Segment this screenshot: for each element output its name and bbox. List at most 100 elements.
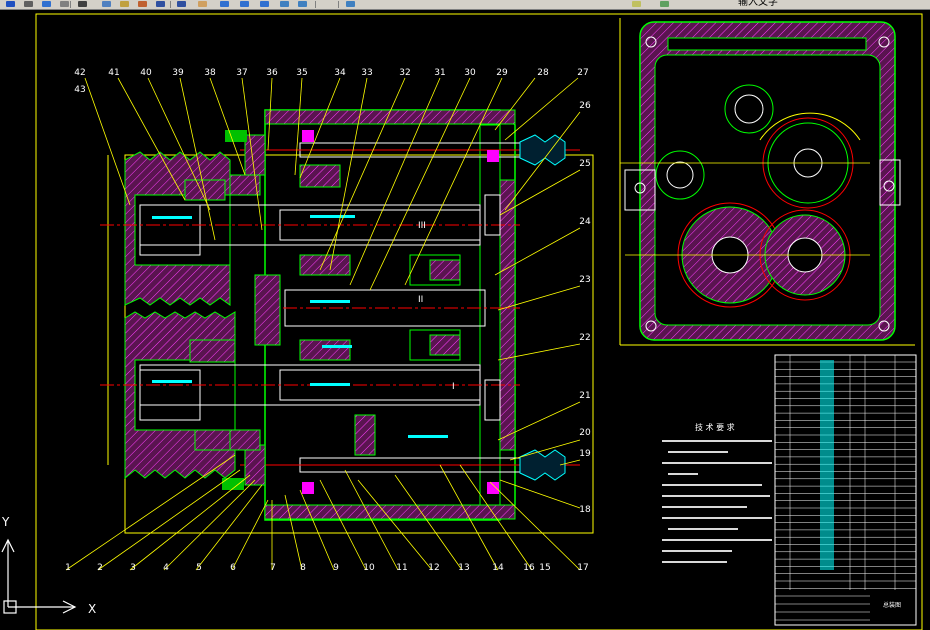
preview-icon <box>42 1 51 7</box>
part-number-18: 18 <box>579 505 591 515</box>
part-number-19: 19 <box>579 449 591 459</box>
part-number-36: 36 <box>266 68 278 78</box>
technical-requirements: 技 术 要 求 <box>662 422 772 563</box>
main-section-view: III II I <box>65 77 594 571</box>
part-number-38: 38 <box>204 68 216 78</box>
shaft-label-iii: III <box>418 221 426 231</box>
copy-icon <box>102 1 111 7</box>
part-number-40: 40 <box>140 68 152 78</box>
shaft-label-ii: II <box>418 295 423 305</box>
part-number-25: 25 <box>579 159 590 169</box>
undo-icon <box>156 1 165 7</box>
part-number-26: 26 <box>579 101 591 111</box>
design-center-icon <box>298 1 307 7</box>
part-number-33: 33 <box>361 68 372 78</box>
print-icon <box>24 1 33 7</box>
paste-icon <box>120 1 129 7</box>
publish-icon <box>60 1 69 7</box>
part-number-32: 32 <box>399 68 410 78</box>
shaft-label-i: I <box>452 382 455 392</box>
cut-icon <box>78 1 87 7</box>
paste-button[interactable] <box>118 0 132 8</box>
part-number-20: 20 <box>579 428 591 438</box>
layer-state-icon <box>660 1 669 7</box>
tech-requirements-title: 技 术 要 求 <box>695 422 735 432</box>
part-number-10: 10 <box>363 563 375 573</box>
text-style-label[interactable]: 输入文字 <box>738 0 778 9</box>
part-number-37: 37 <box>236 68 247 78</box>
zoom-window-button[interactable] <box>238 0 252 8</box>
undo-button[interactable] <box>154 0 168 8</box>
zoom-previous-icon <box>260 1 269 7</box>
part-number-1: 1 <box>65 563 71 573</box>
part-number-11: 11 <box>396 563 407 573</box>
part-number-31: 31 <box>434 68 445 78</box>
part-number-7: 7 <box>270 563 276 573</box>
part-number-35: 35 <box>296 68 307 78</box>
part-number-2: 2 <box>97 563 103 573</box>
part-number-22: 22 <box>579 333 590 343</box>
toolbar-separator <box>170 1 171 8</box>
side-view <box>619 18 915 346</box>
pan-icon <box>198 1 207 7</box>
gears-bearings <box>184 130 501 494</box>
part-number-9: 9 <box>333 563 339 573</box>
part-number-8: 8 <box>300 563 306 573</box>
copy-button[interactable] <box>100 0 114 8</box>
layer-icon <box>632 1 641 7</box>
part-number-39: 39 <box>172 68 184 78</box>
properties-button[interactable] <box>278 0 292 8</box>
part-number-23: 23 <box>579 275 590 285</box>
part-number-24: 24 <box>579 217 591 227</box>
part-number-4: 4 <box>163 563 169 573</box>
toolbar-separator <box>70 1 71 8</box>
design-center-button[interactable] <box>296 0 310 8</box>
layer-button[interactable] <box>630 0 644 8</box>
zoom-window-icon <box>240 1 249 7</box>
tool-palettes-button[interactable] <box>344 0 358 8</box>
lower-pulley <box>124 311 236 480</box>
redo-icon <box>177 1 186 7</box>
part-number-30: 30 <box>464 68 476 78</box>
title-block: 总装图 <box>774 354 917 626</box>
ucs-x-label: X <box>88 602 96 616</box>
properties-icon <box>280 1 289 7</box>
match-properties-icon <box>138 1 147 7</box>
zoom-realtime-button[interactable] <box>218 0 232 8</box>
save-button[interactable] <box>4 0 18 8</box>
title-block-name: 总装图 <box>883 601 901 609</box>
part-number-17: 17 <box>577 563 588 573</box>
toolbar-separator <box>338 1 339 8</box>
shaft-ii <box>260 289 520 327</box>
part-number-13: 13 <box>458 563 469 573</box>
preview-button[interactable] <box>40 0 54 8</box>
cut-button[interactable] <box>76 0 90 8</box>
part-number-21: 21 <box>579 391 590 401</box>
pan-button[interactable] <box>196 0 210 8</box>
part-number-16: 16 <box>523 563 535 573</box>
drawing-canvas[interactable]: III II I 424341 40 39 38 37 36 35 34 33 … <box>0 9 930 630</box>
toolbar-separator <box>315 1 316 8</box>
part-number-3: 3 <box>130 563 136 573</box>
tool-palettes-icon <box>346 1 355 7</box>
part-number-34: 34 <box>334 68 346 78</box>
save-icon <box>6 1 15 7</box>
part-number-5: 5 <box>196 563 202 573</box>
part-number-15: 15 <box>539 563 550 573</box>
part-number-42: 42 <box>74 68 85 78</box>
upper-pulley <box>124 151 231 306</box>
layer-state-button[interactable] <box>658 0 672 8</box>
zoom-realtime-icon <box>220 1 229 7</box>
print-button[interactable] <box>22 0 36 8</box>
part-number-12: 12 <box>428 563 439 573</box>
part-number-29: 29 <box>496 68 508 78</box>
part-number-6: 6 <box>230 563 236 573</box>
redo-button[interactable] <box>175 0 189 8</box>
ucs-icon <box>1 538 77 614</box>
part-number-27: 27 <box>577 68 588 78</box>
match-properties-button[interactable] <box>136 0 150 8</box>
ucs-y-label: Y <box>1 515 10 529</box>
zoom-previous-button[interactable] <box>258 0 272 8</box>
part-number-43: 43 <box>74 85 85 95</box>
top-lever-shaft <box>240 134 580 166</box>
